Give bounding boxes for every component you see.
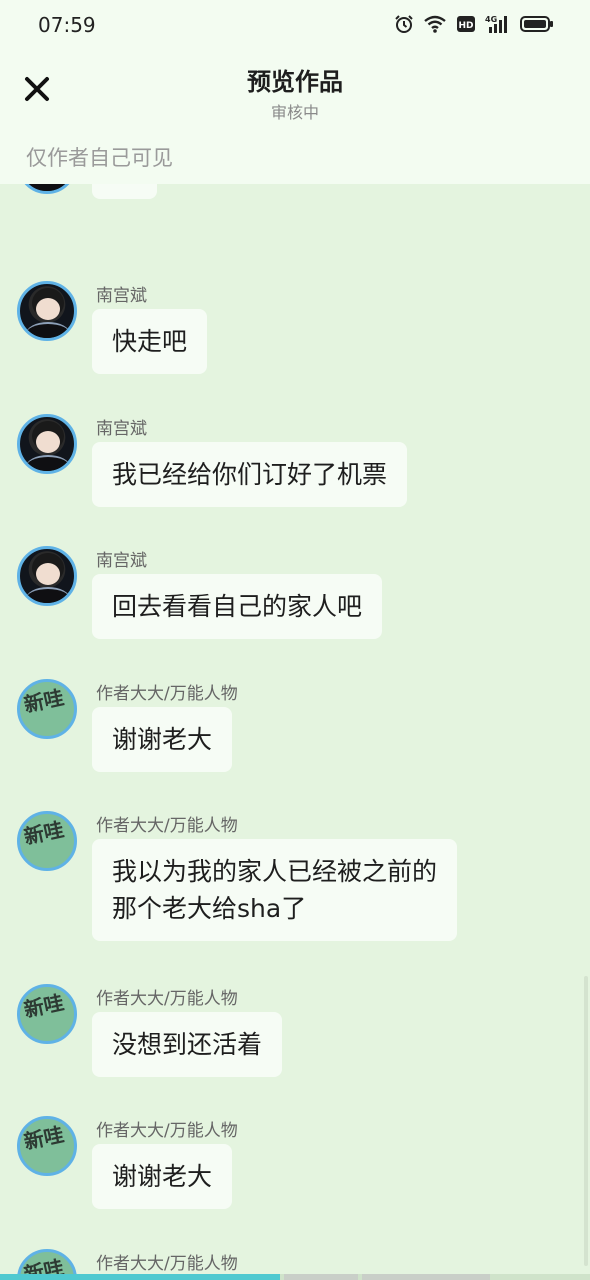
progress-fill: [0, 1274, 280, 1280]
sender-name: 作者大大/万能人物: [96, 684, 238, 704]
visibility-note: 仅作者自己可见: [26, 146, 173, 170]
message-bubble[interactable]: 谢谢老大: [92, 1144, 233, 1209]
sender-name: 作者大大/万能人物: [96, 816, 238, 836]
alarm-icon: [395, 15, 413, 33]
message-bubble[interactable]: 我以为我的家人已经被之前的 那个老大给sha了: [92, 839, 458, 941]
scrollbar[interactable]: [584, 976, 588, 1266]
avatar[interactable]: [17, 281, 77, 341]
svg-text:HD: HD: [458, 21, 473, 31]
wifi-icon: [424, 15, 446, 33]
sender-name: 作者大大/万能人物: [96, 989, 238, 1009]
message-bubble[interactable]: 回去看看自己的家人吧: [92, 574, 383, 639]
page-title: 预览作品: [247, 68, 343, 96]
hd-icon: HD: [457, 16, 475, 32]
avatar-glyph: 新哇: [21, 685, 66, 717]
signal-4g-icon: 4G: [485, 15, 507, 33]
avatar[interactable]: [17, 414, 77, 474]
sender-name: 南宫斌: [96, 551, 147, 571]
progress-segment: [362, 1274, 490, 1280]
message-line: 我以为我的家人已经被之前的: [112, 857, 438, 886]
avatar-glyph: 新哇: [21, 817, 66, 849]
sender-name: 南宫斌: [96, 286, 147, 306]
status-bar: 07:59 HD 4G: [0, 0, 590, 52]
status-time: 07:59: [38, 13, 96, 37]
status-icons: HD 4G: [394, 14, 554, 34]
message-bubble[interactable]: 快走吧: [92, 309, 208, 374]
reading-progress: [0, 1274, 590, 1280]
sender-name: 作者大大/万能人物: [96, 1121, 238, 1141]
battery-icon: [520, 16, 553, 32]
svg-text:4G: 4G: [485, 15, 497, 24]
review-status: 审核中: [270, 103, 319, 122]
message-bubble[interactable]: 我已经给你们订好了机票: [92, 442, 408, 507]
sender-name: 南宫斌: [96, 419, 147, 439]
chat-list[interactable]: 好 南宫斌 快走吧 南宫斌 我已经给你们订好了机票 南宫斌 回去看看自己的家人吧…: [0, 184, 590, 1280]
avatar-glyph: 新哇: [21, 990, 66, 1022]
avatar[interactable]: [17, 546, 77, 606]
avatar[interactable]: 新哇: [17, 679, 77, 739]
progress-segment: [284, 1274, 358, 1280]
message-bubble[interactable]: 谢谢老大: [92, 707, 233, 772]
message-bubble[interactable]: 没想到还活着: [92, 1012, 283, 1077]
avatar[interactable]: [17, 184, 77, 194]
avatar-glyph: 新哇: [21, 1122, 66, 1154]
avatar[interactable]: 新哇: [17, 984, 77, 1044]
message-line: 那个老大给sha了: [112, 894, 307, 923]
message-bubble[interactable]: 好: [92, 184, 158, 199]
avatar[interactable]: 新哇: [17, 1116, 77, 1176]
preview-header: 预览作品 审核中 仅作者自己可见: [0, 52, 590, 184]
avatar[interactable]: 新哇: [17, 811, 77, 871]
sender-name: 作者大大/万能人物: [96, 1254, 238, 1274]
